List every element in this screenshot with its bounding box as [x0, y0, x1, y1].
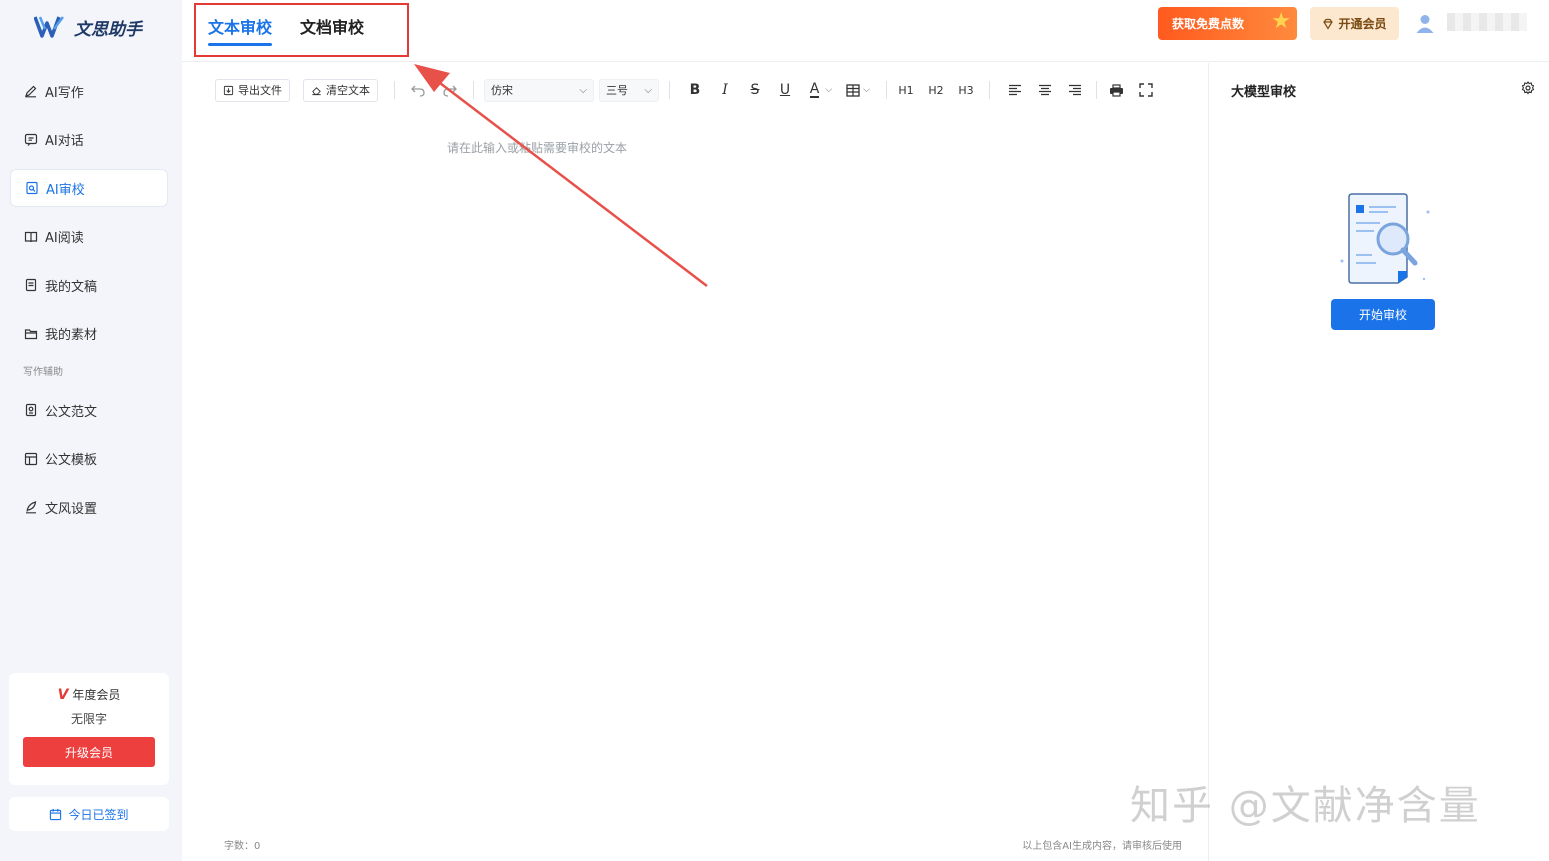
panel-title: 大模型审校	[1231, 85, 1297, 100]
editor-area: 导出文件 清空文本 仿宋 ⌵ 三号 ⌵ B I S U A ⌵ ⌵ H1 H2 …	[182, 63, 1209, 861]
sidebar-item-label: AI审校	[46, 182, 85, 198]
username-blurred[interactable]	[1447, 13, 1527, 31]
clear-label: 清空文本	[326, 84, 370, 97]
star-icon: ★	[1271, 9, 1291, 34]
logo-text: 文思助手	[74, 19, 142, 40]
sidebar-item-ai-writing[interactable]: AI写作	[10, 72, 168, 110]
redo-icon[interactable]	[439, 79, 461, 101]
sidebar-item-my-materials[interactable]: 我的素材	[10, 315, 168, 353]
sidebar: 文思助手 AI写作 AI对话 AI审校 AI阅读 我的文稿 我的素材 写作辅助 …	[0, 0, 182, 861]
section-label-writing-aid: 写作辅助	[23, 367, 63, 378]
start-proofread-button[interactable]: 开始审校	[1331, 299, 1435, 330]
feather-icon	[24, 500, 38, 514]
sidebar-item-style-settings[interactable]: 文风设置	[10, 488, 168, 526]
sidebar-item-label: 文风设置	[45, 501, 98, 517]
book-icon	[24, 230, 38, 244]
underline-icon[interactable]: U	[774, 79, 796, 101]
align-center-icon[interactable]	[1034, 79, 1056, 101]
eraser-icon	[312, 86, 321, 95]
proofread-tabs: 文本审校 文档审校	[208, 14, 364, 46]
sample-doc-icon	[24, 403, 38, 417]
print-icon[interactable]	[1105, 79, 1127, 101]
undo-icon[interactable]	[407, 79, 429, 101]
logo-icon	[34, 16, 64, 38]
vip-v-icon: V	[57, 686, 69, 703]
free-points-label: 获取免费点数	[1172, 17, 1245, 31]
app-logo[interactable]: 文思助手	[34, 14, 142, 40]
align-left-icon[interactable]	[1004, 79, 1026, 101]
sidebar-item-label: 公文范文	[45, 404, 98, 420]
heading-3-button[interactable]: H3	[953, 84, 979, 97]
signin-label: 今日已签到	[68, 807, 129, 822]
ai-disclaimer: 以上包含AI生成内容，请审核后使用	[1022, 841, 1182, 852]
user-avatar-icon[interactable]	[1414, 12, 1436, 34]
font-family-value: 仿宋	[491, 84, 513, 97]
membership-plan: 年度会员	[72, 688, 121, 702]
sidebar-item-label: 我的素材	[45, 328, 98, 343]
get-free-points-button[interactable]: 获取免费点数 ★	[1158, 7, 1297, 40]
editor-placeholder[interactable]: 请在此输入或粘贴需要审校的文本	[447, 139, 627, 156]
export-file-button[interactable]: 导出文件	[215, 78, 290, 102]
chat-icon	[24, 133, 38, 147]
italic-icon[interactable]: I	[714, 79, 736, 101]
sidebar-item-ai-proofread[interactable]: AI审校	[10, 169, 168, 207]
sidebar-item-label: 公文模板	[45, 453, 98, 468]
sidebar-item-label: 我的文稿	[45, 279, 98, 295]
sidebar-item-label: AI阅读	[45, 231, 84, 246]
membership-quota: 无限字	[70, 712, 107, 726]
model-proofread-panel: 大模型审校 开始审校	[1210, 63, 1549, 861]
sidebar-item-label: AI写作	[45, 85, 84, 101]
calendar-icon	[50, 808, 62, 820]
watermark: 知乎 @文献净含量	[1130, 783, 1481, 829]
font-color-icon[interactable]: A ⌵	[804, 79, 838, 101]
tab-document-proofread[interactable]: 文档审校	[300, 14, 364, 46]
sidebar-nav: AI写作 AI对话 AI审校 AI阅读 我的文稿 我的素材 写作辅助 公文范文 …	[10, 72, 168, 537]
document-search-illustration	[1340, 193, 1430, 284]
folder-icon	[24, 327, 38, 341]
template-icon	[24, 452, 38, 466]
membership-card: V 年度会员 无限字 升级会员	[9, 673, 169, 785]
export-icon	[223, 85, 234, 95]
upgrade-membership-button[interactable]: 升级会员	[23, 737, 155, 767]
heading-2-button[interactable]: H2	[923, 84, 949, 97]
bold-icon[interactable]: B	[684, 79, 706, 101]
strikethrough-icon[interactable]: S	[744, 79, 766, 101]
diamond-icon	[1323, 18, 1334, 30]
doc-search-icon	[25, 181, 39, 195]
chevron-down-icon: ⌵	[644, 84, 652, 96]
chevron-down-icon: ⌵	[579, 84, 587, 96]
document-icon	[24, 278, 38, 292]
sidebar-item-templates[interactable]: 公文模板	[10, 440, 168, 478]
export-label: 导出文件	[238, 84, 282, 97]
font-size-value: 三号	[606, 84, 628, 97]
tab-text-proofread[interactable]: 文本审校	[208, 14, 273, 46]
editor-toolbar: 导出文件 清空文本 仿宋 ⌵ 三号 ⌵ B I S U A ⌵ ⌵ H1 H2 …	[182, 63, 1209, 117]
table-icon[interactable]: ⌵	[842, 79, 874, 101]
sidebar-item-ai-reading[interactable]: AI阅读	[10, 218, 168, 256]
gear-icon[interactable]	[1521, 81, 1535, 95]
heading-1-button[interactable]: H1	[893, 84, 919, 97]
sidebar-item-ai-chat[interactable]: AI对话	[10, 121, 168, 159]
daily-signin-button[interactable]: 今日已签到	[9, 797, 169, 831]
sidebar-item-my-drafts[interactable]: 我的文稿	[10, 266, 168, 304]
pen-icon	[24, 84, 38, 98]
clear-text-button[interactable]: 清空文本	[303, 78, 378, 102]
font-family-select[interactable]: 仿宋 ⌵	[484, 78, 594, 102]
open-membership-button[interactable]: 开通会员	[1310, 7, 1399, 40]
align-right-icon[interactable]	[1064, 79, 1086, 101]
sidebar-item-sample-docs[interactable]: 公文范文	[10, 391, 168, 429]
font-size-select[interactable]: 三号 ⌵	[599, 78, 659, 102]
fullscreen-icon[interactable]	[1135, 79, 1157, 101]
sidebar-item-label: AI对话	[45, 134, 84, 149]
open-vip-label: 开通会员	[1338, 17, 1387, 31]
word-count: 字数：0	[224, 841, 261, 852]
